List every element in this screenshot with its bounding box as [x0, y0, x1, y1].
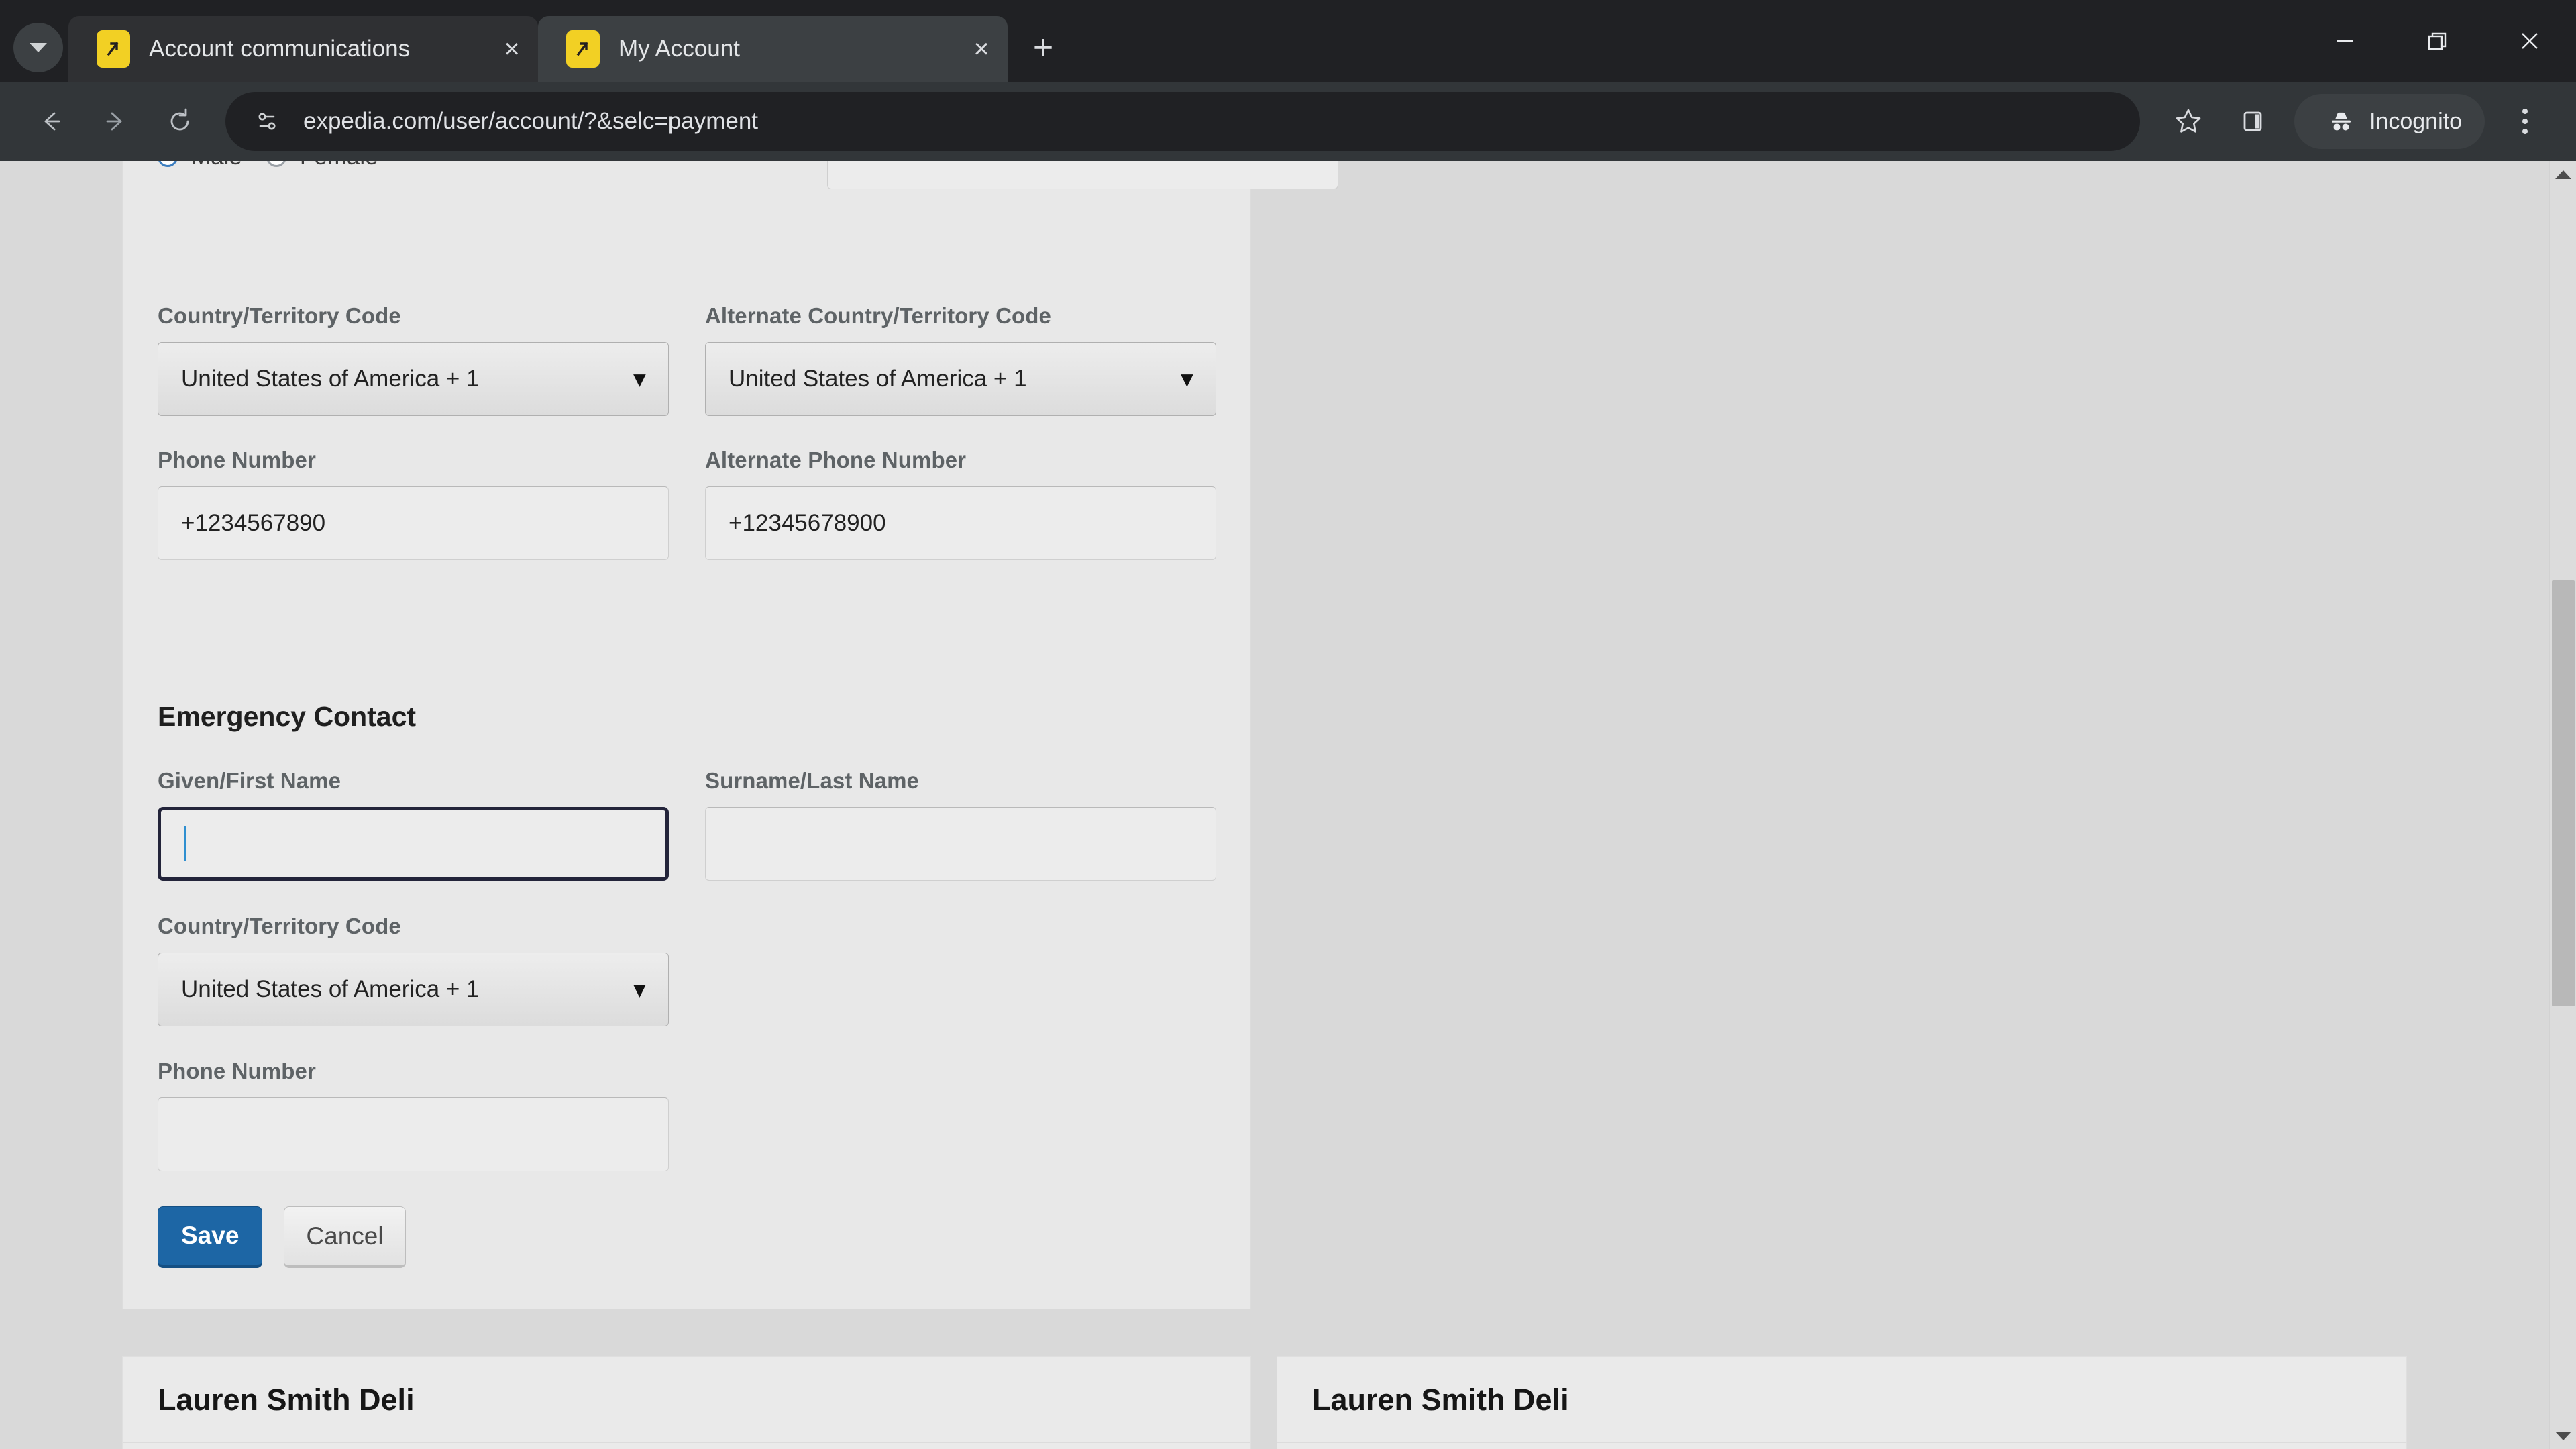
chevron-down-icon [30, 43, 47, 52]
page-content: Male Female +1234567 Country/Territory C… [0, 161, 2557, 1449]
radio-female[interactable] [266, 161, 286, 167]
close-button[interactable] [2483, 0, 2576, 82]
scroll-up-button[interactable] [2550, 161, 2576, 188]
tab-search-button[interactable] [13, 23, 63, 72]
emergency-country-code-select[interactable]: United States of America + 1 ▾ [158, 953, 669, 1026]
section-title: Emergency Contact [158, 701, 417, 732]
field-emergency-first-name: Given/First Name [158, 768, 669, 881]
field-emergency-last-name-label: Surname/Last Name [705, 768, 919, 793]
country-code-value: United States of America + 1 [181, 366, 480, 392]
text-cursor [184, 826, 186, 861]
browser-tab-account-communications[interactable]: Account communications × [68, 16, 538, 82]
minimize-button[interactable] [2298, 0, 2391, 82]
emergency-country-code-value: United States of America + 1 [181, 976, 480, 1002]
chevron-down-icon: ▾ [1181, 366, 1193, 392]
panel-title: Lauren Smith Deli [158, 1382, 415, 1417]
form-inner: Male Female +1234567 Country/Territory C… [123, 161, 1338, 1309]
tab-close-icon[interactable]: × [492, 30, 531, 68]
url-text[interactable]: expedia.com/user/account/?&selc=payment [303, 108, 2123, 135]
field-emergency-first-name-label: Given/First Name [158, 768, 341, 793]
panel-item-frequent-flyer[interactable]: Frequent Flyer and Membership [123, 1443, 1250, 1449]
chevron-down-icon: ▾ [633, 977, 645, 1002]
panel-title: Lauren Smith Deli [1312, 1382, 1569, 1417]
phone-input-value: +1234567890 [181, 510, 326, 536]
radio-male[interactable] [158, 161, 178, 167]
field-emergency-last-name: Surname/Last Name [705, 768, 1216, 881]
tab-close-icon[interactable]: × [962, 30, 1001, 68]
site-settings-icon[interactable] [248, 103, 286, 140]
browser-window: Account communications × My Account × + [0, 0, 2576, 1449]
back-button[interactable] [19, 89, 83, 154]
field-alt-country-code-label: Alternate Country/Territory Code [705, 303, 1051, 328]
field-emergency-phone: Phone Number [158, 1059, 669, 1171]
alt-country-code-value: United States of America + 1 [729, 366, 1027, 392]
country-code-select[interactable]: United States of America + 1 ▾ [158, 342, 669, 416]
field-emergency-phone-label: Phone Number [158, 1059, 316, 1083]
phone-input[interactable]: +1234567890 [158, 486, 669, 560]
contact-form-card: Male Female +1234567 Country/Territory C… [122, 161, 1338, 1309]
tab-title: Account communications [149, 36, 411, 62]
expedia-favicon [566, 30, 600, 68]
expedia-favicon [97, 30, 130, 68]
panel-title-row: Lauren Smith Deli [123, 1357, 1250, 1443]
side-panel-icon[interactable] [2220, 89, 2285, 154]
form-actions: Save Cancel [158, 1206, 406, 1268]
browser-menu-button[interactable] [2493, 89, 2557, 154]
window-controls [2298, 0, 2576, 82]
emergency-first-name-input[interactable] [158, 807, 669, 881]
cancel-button[interactable]: Cancel [284, 1206, 406, 1268]
browser-tab-my-account[interactable]: My Account × [538, 16, 1008, 82]
page-viewport: Male Female +1234567 Country/Territory C… [0, 161, 2576, 1449]
field-alt-phone: Alternate Phone Number +12345678900 [705, 447, 1216, 560]
field-alt-country-code: Alternate Country/Territory Code United … [705, 303, 1216, 416]
scroll-down-button[interactable] [2550, 1422, 2576, 1449]
alt-country-code-select[interactable]: United States of America + 1 ▾ [705, 342, 1216, 416]
scroll-up-arrow-icon [2555, 170, 2571, 179]
reload-button[interactable] [148, 89, 212, 154]
save-button[interactable]: Save [158, 1206, 263, 1268]
bookmark-star-icon[interactable] [2156, 89, 2220, 154]
field-alt-phone-label: Alternate Phone Number [705, 447, 967, 472]
scroll-down-arrow-icon [2555, 1431, 2571, 1440]
tab-strip: Account communications × My Account × + [0, 0, 2576, 82]
field-phone-label: Phone Number [158, 447, 316, 472]
profile-label: Incognito [2369, 108, 2462, 134]
kebab-menu-icon [2522, 109, 2528, 114]
kebab-menu-icon [2522, 129, 2528, 134]
radio-female-label: Female [300, 161, 378, 170]
emergency-phone-input[interactable] [158, 1097, 669, 1171]
panel-title-row: Lauren Smith Deli [1277, 1357, 2406, 1443]
address-bar[interactable]: expedia.com/user/account/?&selc=payment [225, 92, 2140, 151]
forward-button[interactable] [83, 89, 148, 154]
top-right-field[interactable]: +1234567 [827, 161, 1338, 189]
alt-phone-input[interactable]: +12345678900 [705, 486, 1216, 560]
panel-item-frequent-flyer[interactable]: Frequent Flyer and Membership [1277, 1443, 2406, 1449]
kebab-menu-icon [2522, 119, 2528, 124]
browser-toolbar: expedia.com/user/account/?&selc=payment … [0, 82, 2576, 161]
alt-phone-input-value: +12345678900 [729, 510, 886, 536]
emergency-contact-heading: Emergency Contact [158, 701, 416, 733]
page-scrollbar[interactable] [2549, 161, 2576, 1449]
field-phone: Phone Number +1234567890 [158, 447, 669, 560]
field-emergency-country-code-label: Country/Territory Code [158, 914, 401, 938]
account-panel-right: Lauren Smith Deli Frequent Flyer and Mem… [1277, 1356, 2407, 1449]
toolbar-actions: Incognito [2156, 89, 2557, 154]
incognito-profile-button[interactable]: Incognito [2294, 94, 2485, 149]
field-country-code-label: Country/Territory Code [158, 303, 401, 328]
incognito-icon [2326, 107, 2356, 136]
field-country-code: Country/Territory Code United States of … [158, 303, 669, 416]
account-panel-left: Lauren Smith Deli Frequent Flyer and Mem… [122, 1356, 1251, 1449]
maximize-button[interactable] [2391, 0, 2483, 82]
tab-title: My Account [619, 36, 740, 62]
field-emergency-country-code: Country/Territory Code United States of … [158, 914, 669, 1026]
chevron-down-icon: ▾ [633, 366, 645, 392]
gender-radio-group[interactable]: Male Female [158, 161, 378, 170]
emergency-last-name-input[interactable] [705, 807, 1216, 881]
new-tab-button[interactable]: + [1018, 23, 1068, 72]
radio-male-label: Male [191, 161, 242, 170]
scrollbar-thumb[interactable] [2552, 580, 2575, 1006]
